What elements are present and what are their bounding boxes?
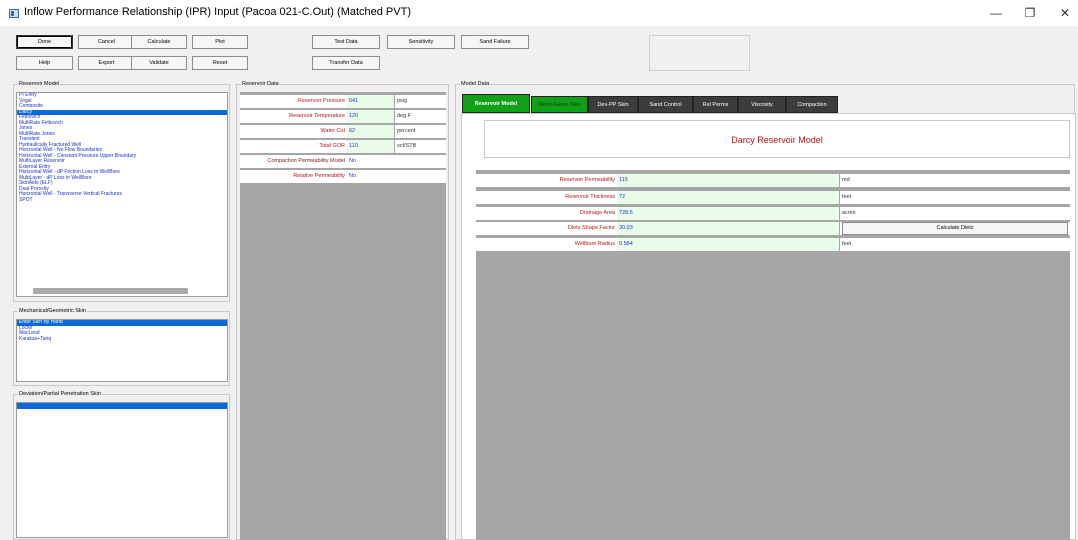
row-label: Reservoir Pressure: [240, 95, 347, 108]
validate-button[interactable]: Validate: [131, 56, 187, 70]
row-unit: acres: [840, 207, 1070, 220]
row-unit: percent: [395, 125, 446, 138]
mech-skin-label: Mechanical/Geometric Skin: [18, 308, 87, 314]
reservoir-data-label: Reservoir Data: [241, 81, 280, 87]
compaction-model-select[interactable]: No: [347, 155, 446, 168]
test-data-button[interactable]: Test Data: [312, 35, 380, 49]
wellbore-radius-input[interactable]: 0.584: [617, 238, 839, 251]
dietz-button-cell: Calculate Dietz: [840, 222, 1070, 235]
dietz-shape-factor-row: Dietz Shape Factor 30.03 Calculate Dietz: [476, 222, 1070, 235]
calculate-dietz-button[interactable]: Calculate Dietz: [842, 222, 1068, 235]
row-label: Reservoir Permeability: [476, 174, 617, 187]
row-label: Dietz Shape Factor: [476, 222, 617, 235]
done-button[interactable]: Done: [16, 35, 73, 49]
dietz-shape-factor-input[interactable]: 30.03: [617, 222, 839, 235]
reservoir-model-label: Reservoir Model: [18, 81, 61, 87]
dev-skin-label: Deviation/Partial Penetration Skin: [18, 391, 102, 397]
water-cut-row: Water Cut 62 percent: [240, 125, 446, 138]
model-data-label: Model Data: [460, 81, 491, 87]
drainage-area-row: Drainage Area 728.5 acres: [476, 207, 1070, 220]
plot-button[interactable]: Plot: [192, 35, 248, 49]
tab-viscosity[interactable]: Viscosity: [738, 96, 786, 113]
row-label: Reservoir Thickness: [476, 191, 617, 204]
row-unit: md: [840, 174, 1070, 187]
row-unit: feet: [840, 191, 1070, 204]
row-label: Water Cut: [240, 125, 347, 138]
mech-skin-list[interactable]: Enter Skin By Hand Locke MacLeod Karakas…: [16, 319, 228, 382]
tab-dev-pp-skin[interactable]: Dev-PP Skin: [588, 96, 638, 113]
export-button[interactable]: Export: [78, 56, 135, 70]
reservoir-thickness-input[interactable]: 72: [617, 191, 839, 204]
total-gor-input[interactable]: 110: [347, 140, 394, 153]
drainage-area-input[interactable]: 728.5: [617, 207, 839, 220]
dev-skin-list[interactable]: [16, 402, 228, 538]
row-unit: psig: [395, 95, 446, 108]
row-label: Wellbore Radius: [476, 238, 617, 251]
list-item-selected[interactable]: [17, 403, 227, 409]
help-button[interactable]: Help: [16, 56, 73, 70]
total-gor-row: Total GOR 110 scf/STB: [240, 140, 446, 153]
row-unit: scf/STB: [395, 140, 446, 153]
row-label: Reservoir Temperature: [240, 110, 347, 123]
row-unit: feet: [840, 238, 1070, 251]
title-bar: Inflow Performance Relationship (IPR) In…: [0, 0, 1078, 26]
list-item[interactable]: Karakas+Tariq: [17, 336, 227, 343]
window-title: Inflow Performance Relationship (IPR) In…: [24, 6, 411, 18]
reset-button[interactable]: Reset: [192, 56, 248, 70]
row-label: Total GOR: [240, 140, 347, 153]
calculate-button[interactable]: Calculate: [131, 35, 187, 49]
tab-mech-geom-skin[interactable]: Mech-Geom Skin: [531, 96, 588, 113]
reservoir-thickness-row: Reservoir Thickness 72 feet: [476, 191, 1070, 204]
row-unit: deg F: [395, 110, 446, 123]
relative-permeability-row: Relative Permeability No: [240, 170, 446, 183]
relative-permeability-select[interactable]: No: [347, 170, 446, 183]
reservoir-permeability-input[interactable]: 115: [617, 174, 839, 187]
close-button[interactable]: ✕: [1050, 4, 1078, 22]
row-label: Relative Permeability: [240, 170, 347, 183]
app-icon: [9, 9, 19, 18]
reservoir-temperature-row: Reservoir Temperature 120 deg F: [240, 110, 446, 123]
maximize-button[interactable]: ❐: [1015, 4, 1045, 22]
tab-compaction[interactable]: Compaction: [786, 96, 838, 113]
tab-reservoir-model[interactable]: Reservoir Model: [462, 94, 530, 113]
tab-rel-perms[interactable]: Rel Perms: [693, 96, 738, 113]
cancel-button[interactable]: Cancel: [78, 35, 135, 49]
reservoir-temperature-input[interactable]: 120: [347, 110, 394, 123]
reservoir-pressure-input[interactable]: 641: [347, 95, 394, 108]
status-panel: [649, 35, 750, 71]
reservoir-model-list[interactable]: PI Entry Vogel Composite Darcy Fetkovich…: [16, 92, 228, 297]
reservoir-permeability-row: Reservoir Permeability 115 md: [476, 174, 1070, 187]
row-label: Compaction Permeability Model: [240, 155, 347, 168]
reservoir-pressure-row: Reservoir Pressure 641 psig: [240, 95, 446, 108]
tab-sand-control[interactable]: Sand Control: [638, 96, 693, 113]
sensitivity-button[interactable]: Sensitivity: [387, 35, 455, 49]
row-label: Drainage Area: [476, 207, 617, 220]
transfer-data-button[interactable]: Transfer Data: [312, 56, 380, 70]
horizontal-scrollbar[interactable]: [33, 288, 188, 294]
compaction-model-row: Compaction Permeability Model No: [240, 155, 446, 168]
water-cut-input[interactable]: 62: [347, 125, 394, 138]
list-item[interactable]: SPOT: [17, 197, 227, 204]
wellbore-radius-row: Wellbore Radius 0.584 feet: [476, 238, 1070, 251]
model-title: Darcy Reservoir Model: [484, 120, 1070, 158]
minimize-button[interactable]: —: [981, 4, 1011, 22]
sand-failure-button[interactable]: Sand Failure: [461, 35, 529, 49]
